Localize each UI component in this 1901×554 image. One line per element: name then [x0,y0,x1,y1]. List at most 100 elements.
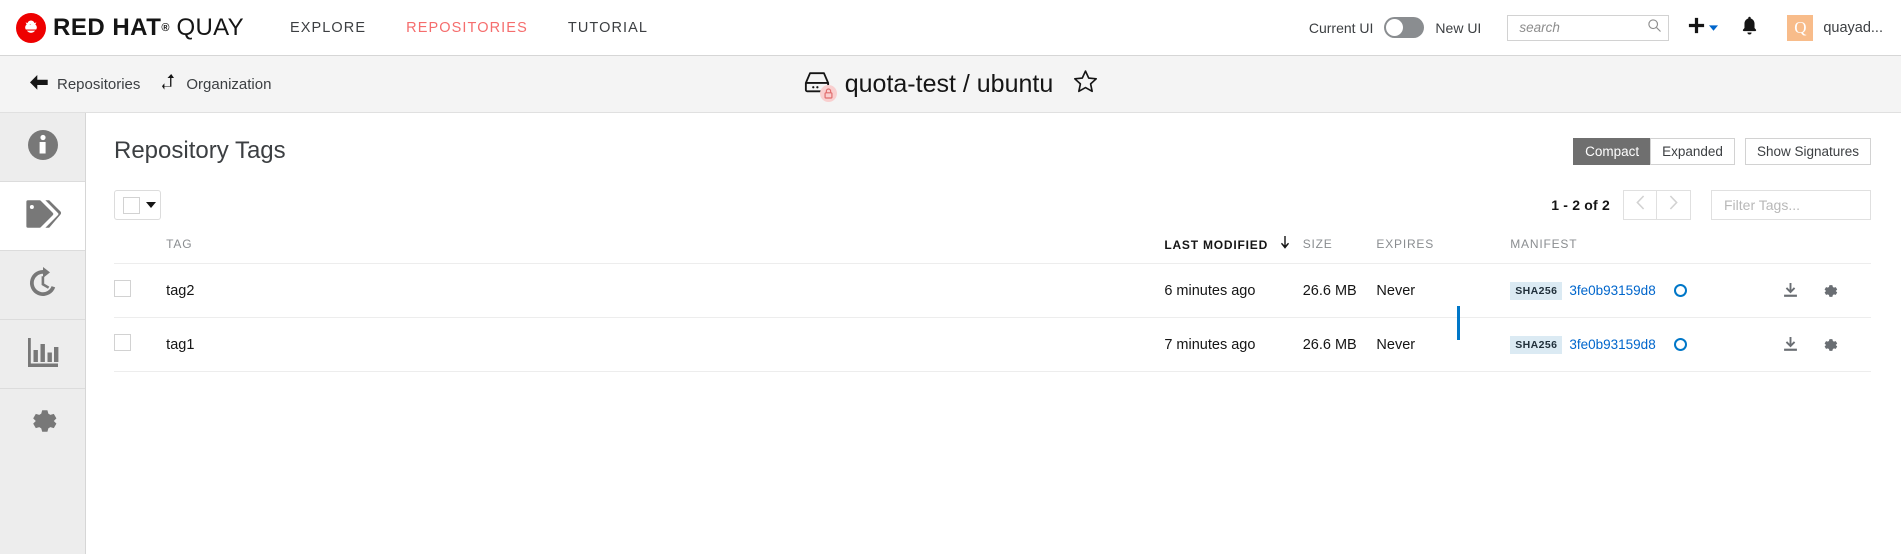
content-header: Repository Tags Compact Expanded Show Si… [114,113,1871,165]
row-select-checkbox[interactable] [114,280,131,297]
private-lock-badge [819,85,837,102]
nav-link-tutorial[interactable]: TUTORIAL [568,20,648,36]
toggle-knob [1386,19,1404,36]
bell-icon [1740,15,1759,40]
tags-toolbar: 1 - 2 of 2 [114,190,1871,220]
manifest-link-dot [1673,284,1687,297]
new-ui-label: New UI [1435,19,1482,36]
cell-size: 26.6 MB [1302,263,1377,318]
repository-sidebar [0,113,86,554]
search-icon [1647,18,1662,38]
breadcrumb-repositories-label: Repositories [57,75,141,93]
cell-manifest: SHA256 3fe0b93159d8 [1510,263,1749,318]
pager [1623,190,1691,220]
ui-version-toggle-group: Current UI New UI [1309,17,1481,38]
header-checkbox-cell [114,236,167,264]
top-nav-right-cluster: Current UI New UI Q [1309,14,1883,41]
filter-tags-input[interactable] [1722,196,1860,214]
view-mode-segmented-control: Compact Expanded [1573,137,1735,165]
pagination-cluster: 1 - 2 of 2 [1551,190,1871,220]
row-checkbox-cell [114,317,167,372]
manifest-digest-link[interactable]: 3fe0b93159d8 [1569,337,1655,352]
select-all-checkbox[interactable] [123,196,140,214]
compact-view-button[interactable]: Compact [1573,137,1651,165]
global-search-box[interactable] [1507,14,1670,41]
column-header-actions [1748,236,1871,264]
sidebar-item-history[interactable] [0,251,85,319]
tags-table: TAG LAST MODIFIED SIZE EXPIRES MANIFEST [114,236,1871,372]
create-new-button[interactable] [1687,16,1719,40]
row-gear-icon[interactable] [1821,282,1839,300]
brand-red-hat-text: RED HAT [53,13,162,41]
row-gear-icon[interactable] [1821,336,1839,354]
manifest-digest-link[interactable]: 3fe0b93159d8 [1569,283,1655,298]
brand-quay-text: QUAY [176,13,244,41]
cell-last-modified: 6 minutes ago [1164,263,1303,318]
column-header-manifest[interactable]: MANIFEST [1510,236,1749,264]
show-signatures-button[interactable]: Show Signatures [1744,137,1871,165]
repository-title-bar: Repositories Organization quota-test / u… [0,56,1901,113]
history-icon [26,266,60,305]
chevron-down-icon [1709,19,1719,37]
breadcrumb-organization[interactable]: Organization [162,74,271,94]
row-select-checkbox[interactable] [114,334,131,351]
red-hat-fedora-icon [16,12,46,43]
table-row[interactable]: tag2 6 minutes ago 26.6 MB Never SHA256 … [114,263,1871,318]
manifest-link-connector [1457,306,1460,340]
page-title: quota-test / ubuntu [844,69,1054,98]
previous-page-button[interactable] [1623,190,1657,220]
tags-content-area: Repository Tags Compact Expanded Show Si… [86,113,1901,554]
primary-nav-links: EXPLORE REPOSITORIES TUTORIAL [290,20,648,36]
search-input[interactable] [1517,19,1648,36]
bar-chart-icon [26,336,60,373]
breadcrumb-organization-label: Organization [186,75,272,93]
nav-link-explore[interactable]: EXPLORE [290,20,366,36]
column-header-last-modified[interactable]: LAST MODIFIED [1164,236,1303,264]
notifications-button[interactable] [1740,15,1759,40]
section-title: Repository Tags [114,137,286,164]
sha256-badge: SHA256 [1510,335,1563,354]
page-body: Repository Tags Compact Expanded Show Si… [0,113,1901,554]
plus-icon [1687,16,1706,40]
select-all-dropdown[interactable] [114,190,161,220]
sidebar-item-settings[interactable] [0,389,85,457]
nav-link-repositories[interactable]: REPOSITORIES [406,20,528,36]
cell-last-modified: 7 minutes ago [1164,317,1303,372]
column-header-last-modified-label: LAST MODIFIED [1164,238,1269,252]
info-circle-icon [26,128,60,167]
current-ui-label: Current UI [1308,19,1374,36]
table-header-row: TAG LAST MODIFIED SIZE EXPIRES MANIFEST [114,236,1871,264]
sidebar-item-information[interactable] [0,113,85,181]
column-header-size[interactable]: SIZE [1302,236,1377,264]
download-icon[interactable] [1782,336,1799,353]
new-ui-toggle-switch[interactable] [1384,17,1425,38]
table-row[interactable]: tag1 7 minutes ago 26.6 MB Never SHA256 … [114,317,1871,372]
cell-tag: tag1 [166,317,1165,372]
view-controls: Compact Expanded Show Signatures [1573,137,1871,165]
repository-icon-group [802,69,837,102]
user-menu[interactable]: Q quayad... [1787,14,1883,41]
arrow-down-icon [1281,236,1290,252]
gear-icon [26,404,60,443]
column-header-tag[interactable]: TAG [166,236,1165,264]
breadcrumb-repositories[interactable]: Repositories [30,74,141,94]
brand-logo[interactable]: RED HAT ® QUAY [16,12,244,43]
cell-manifest: SHA256 3fe0b93159d8 [1510,317,1749,372]
page-count-label: 1 - 2 of 2 [1551,197,1610,213]
avatar: Q [1787,14,1814,41]
sidebar-item-usage-logs[interactable] [0,320,85,388]
cell-size: 26.6 MB [1302,317,1377,372]
top-navigation-bar: RED HAT ® QUAY EXPLORE REPOSITORIES TUTOR… [0,0,1901,56]
next-page-button[interactable] [1657,190,1691,220]
row-checkbox-cell [114,263,167,318]
filter-tags-box[interactable] [1711,190,1871,220]
column-header-expires[interactable]: EXPIRES [1376,236,1511,264]
tag-icon [24,197,62,236]
expanded-view-button[interactable]: Expanded [1650,137,1735,165]
brand-registered-mark: ® [161,21,170,34]
star-outline-icon[interactable] [1072,68,1099,100]
sidebar-item-tags[interactable] [0,182,85,250]
download-icon[interactable] [1782,282,1799,299]
username-label: quayad... [1823,19,1883,36]
cell-actions [1748,317,1871,372]
